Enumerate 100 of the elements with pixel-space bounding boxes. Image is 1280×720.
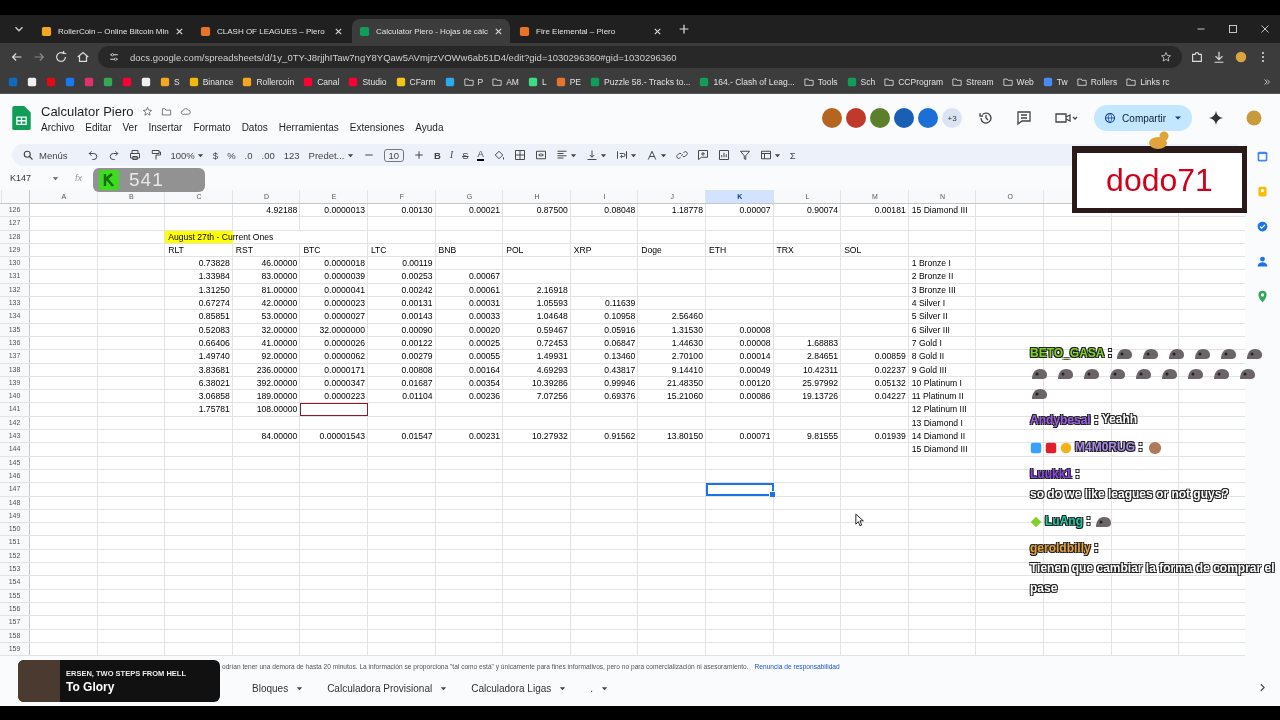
search-menus-field[interactable]: Menús (22, 149, 78, 161)
spreadsheet-logo-icon[interactable] (12, 106, 31, 130)
close-icon[interactable] (653, 26, 663, 36)
bookmark[interactable]: Web (1002, 77, 1034, 87)
bookmark[interactable]: P (463, 77, 484, 87)
reload-icon[interactable] (54, 50, 68, 64)
bookmark[interactable]: S (160, 77, 180, 87)
bookmark[interactable]: PE (555, 77, 581, 87)
avatar[interactable] (822, 108, 843, 128)
close-icon[interactable] (175, 26, 184, 36)
site-settings-icon[interactable] (108, 51, 120, 63)
undo-icon[interactable] (86, 149, 99, 161)
menu-item[interactable]: Insertar (148, 121, 183, 133)
format-button[interactable]: % (227, 149, 236, 161)
sheet-tab[interactable]: Calculadora Provisional (317, 679, 458, 699)
bookmark[interactable]: Tools (803, 77, 838, 87)
bookmark[interactable]: Binance (188, 77, 234, 87)
home-icon[interactable] (76, 50, 90, 64)
bookmark[interactable]: CCProgram (884, 77, 944, 87)
menu-item[interactable]: Ver (122, 121, 138, 133)
format-button[interactable]: .0 (244, 149, 253, 161)
cloud-icon[interactable] (179, 105, 191, 117)
bookmark[interactable]: Canal (303, 77, 340, 87)
person-icon[interactable] (1256, 255, 1269, 268)
bookmark[interactable]: 164.- Clash of Leag... (699, 77, 795, 87)
bookmark[interactable]: Puzzle 58.- Tracks to... (590, 77, 691, 87)
chat-username[interactable]: Andybesal (1030, 413, 1091, 427)
puzzle-icon[interactable] (1190, 50, 1204, 64)
check-circle-icon[interactable] (1256, 220, 1269, 233)
bookmark[interactable]: Links rc (1126, 77, 1170, 87)
format-button[interactable]: $ (212, 149, 219, 161)
menu-item[interactable]: Datos (241, 121, 268, 133)
close-icon[interactable] (334, 26, 343, 36)
text-wrap-menu-button[interactable] (615, 149, 637, 161)
bookmark[interactable]: Stream (952, 77, 994, 87)
bookmark[interactable]: CFarm (395, 77, 436, 87)
sparkle-icon[interactable] (1208, 110, 1224, 126)
menu-item[interactable]: Archivo (41, 121, 75, 133)
profile-icon[interactable] (1234, 50, 1248, 64)
bookmark[interactable]: Rollers (1076, 77, 1118, 87)
bookmark[interactable]: Rollercoin (242, 77, 295, 87)
format-button[interactable]: 123 (283, 149, 300, 161)
site-icon[interactable] (444, 77, 455, 87)
redo-icon[interactable] (107, 149, 120, 161)
print-icon[interactable] (128, 149, 141, 161)
table-menu-button[interactable] (759, 149, 781, 161)
browser-tab[interactable]: CLASH OF LEAGUES – Piero (193, 19, 350, 43)
menu-item[interactable]: Editar (85, 121, 112, 133)
dropdown[interactable]: Predet... (308, 149, 354, 161)
avatar[interactable] (894, 108, 915, 128)
avatar[interactable] (870, 108, 891, 128)
text-color-button[interactable]: A (477, 149, 484, 161)
name-box[interactable]: K147 (10, 173, 46, 183)
sheet-tab[interactable]: Bloques (242, 679, 314, 699)
text-rotate-menu-button[interactable] (645, 149, 667, 161)
more-collaborators-badge[interactable]: +3 (942, 108, 963, 128)
chat-username[interactable]: Luukk1 (1030, 467, 1072, 481)
paint-bucket-icon[interactable] (492, 149, 505, 161)
bookmark[interactable]: Studio (348, 77, 387, 87)
back-icon[interactable] (10, 50, 24, 64)
paint-roller-icon[interactable] (149, 149, 162, 161)
browser-tab[interactable]: RollerCoin – Online Bitcoin Min (34, 19, 191, 43)
strikethrough-button[interactable]: S (462, 149, 469, 161)
browser-tab[interactable]: Calculator Piero - Hojas de cálc (352, 19, 511, 43)
bold-button[interactable]: B (434, 149, 441, 161)
chevron-icon[interactable] (1262, 77, 1272, 87)
vertical-align-menu-button[interactable] (585, 149, 607, 161)
italic-button[interactable]: I (449, 150, 454, 160)
sheet-tab[interactable]: Calculadora Ligas (461, 679, 577, 699)
plus-icon[interactable] (413, 149, 426, 161)
menu-item[interactable]: Herramientas (278, 121, 339, 133)
avatar[interactable] (846, 108, 867, 128)
bookmark[interactable]: Tw (1042, 77, 1068, 87)
folder-icon[interactable] (160, 105, 172, 117)
calendar-icon[interactable] (1256, 150, 1269, 163)
address-bar[interactable]: docs.google.com/spreadsheets/d/1y_0TY-J8rjjhITaw7ngY8YQaw5AVmjrzVOWw6ab51D4/edit?gid=1030296360#gid=1030296360 (98, 46, 1182, 68)
comment-icon[interactable] (696, 149, 709, 161)
avatar[interactable] (918, 108, 939, 128)
chart-icon[interactable] (717, 149, 730, 161)
maximize-icon[interactable] (1226, 22, 1240, 36)
browser-tab[interactable]: Fire Elemental – Piero (512, 19, 670, 43)
merge-icon[interactable] (534, 149, 547, 161)
forward-icon[interactable] (32, 50, 46, 64)
bookmark[interactable]: AM (492, 77, 519, 87)
share-button[interactable]: Compartir (1094, 105, 1192, 131)
borders-icon[interactable] (513, 149, 526, 161)
caret-icon[interactable] (52, 174, 59, 182)
video-call-icon[interactable] (1054, 110, 1079, 126)
bookmark[interactable]: Sch (846, 77, 876, 87)
menu-item[interactable]: Ayuda (415, 121, 444, 133)
bookmark[interactable]: L (527, 77, 547, 87)
filter-icon[interactable] (738, 149, 751, 161)
link-icon[interactable] (675, 149, 688, 161)
map-pin-icon[interactable] (1256, 290, 1269, 303)
star-icon[interactable] (141, 105, 153, 117)
download-icon[interactable] (1212, 50, 1226, 64)
align-menu-button[interactable] (555, 149, 577, 161)
menu-item[interactable]: Formato (193, 121, 231, 133)
comment-icon[interactable] (1016, 110, 1033, 126)
history-icon[interactable] (978, 110, 995, 126)
